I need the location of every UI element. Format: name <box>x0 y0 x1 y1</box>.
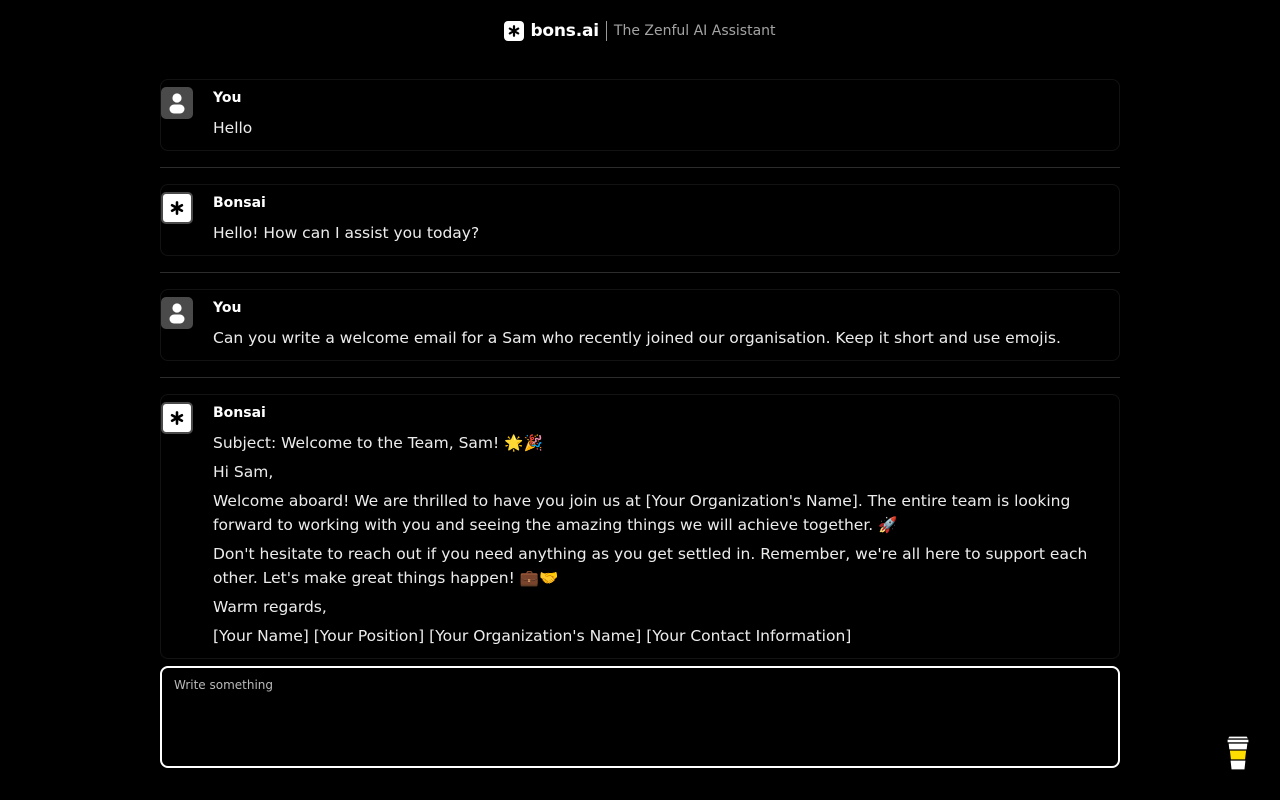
message-author: You <box>213 300 242 316</box>
message-body: Subject: Welcome to the Team, Sam! 🌟🎉 Hi … <box>213 431 1119 648</box>
assistant-message: Bonsai Hello! How can I assist you today? <box>160 184 1120 256</box>
message-paragraph: Don't hesitate to reach out if you need … <box>213 545 1088 587</box>
user-icon <box>161 87 193 119</box>
coffee-cup-icon[interactable] <box>1224 734 1252 772</box>
message-paragraph: Warm regards, <box>213 598 327 616</box>
message-paragraph: [Your Name] [Your Position] [Your Organi… <box>213 627 852 645</box>
message-paragraph: Hello <box>213 119 253 137</box>
asterisk-icon <box>161 402 193 434</box>
message-composer <box>160 666 1120 768</box>
message-paragraph: Subject: Welcome to the Team, Sam! 🌟🎉 <box>213 434 543 452</box>
brand-name: bons.ai <box>530 21 599 41</box>
message-paragraph: Hello! How can I assist you today? <box>213 224 480 242</box>
message-body: Hello! How can I assist you today? <box>213 221 1119 245</box>
message-paragraph: Welcome aboard! We are thrilled to have … <box>213 492 1071 534</box>
header-divider <box>605 21 607 41</box>
user-message: You Can you write a welcome email for a S… <box>160 289 1120 361</box>
app-header: bons.ai The Zenful AI Assistant <box>0 19 1280 43</box>
message-divider <box>160 167 1120 168</box>
message-paragraph: Hi Sam, <box>213 463 274 481</box>
message-input[interactable] <box>162 668 1118 766</box>
assistant-message: Bonsai Subject: Welcome to the Team, Sam!… <box>160 394 1120 659</box>
message-body: Can you write a welcome email for a Sam … <box>213 326 1119 350</box>
message-author: Bonsai <box>213 405 266 421</box>
message-divider <box>160 377 1120 378</box>
asterisk-icon <box>504 21 525 41</box>
chat-transcript[interactable]: You Hello Bonsai Hello! How can I assist yo… <box>160 79 1120 659</box>
tagline: The Zenful AI Assistant <box>613 23 776 39</box>
message-divider <box>160 272 1120 273</box>
message-body: Hello <box>213 116 1119 140</box>
user-message: You Hello <box>160 79 1120 151</box>
user-icon <box>161 297 193 329</box>
asterisk-icon <box>161 192 193 224</box>
message-author: Bonsai <box>213 195 266 211</box>
message-author: You <box>213 90 242 106</box>
message-paragraph: Can you write a welcome email for a Sam … <box>213 329 1061 347</box>
